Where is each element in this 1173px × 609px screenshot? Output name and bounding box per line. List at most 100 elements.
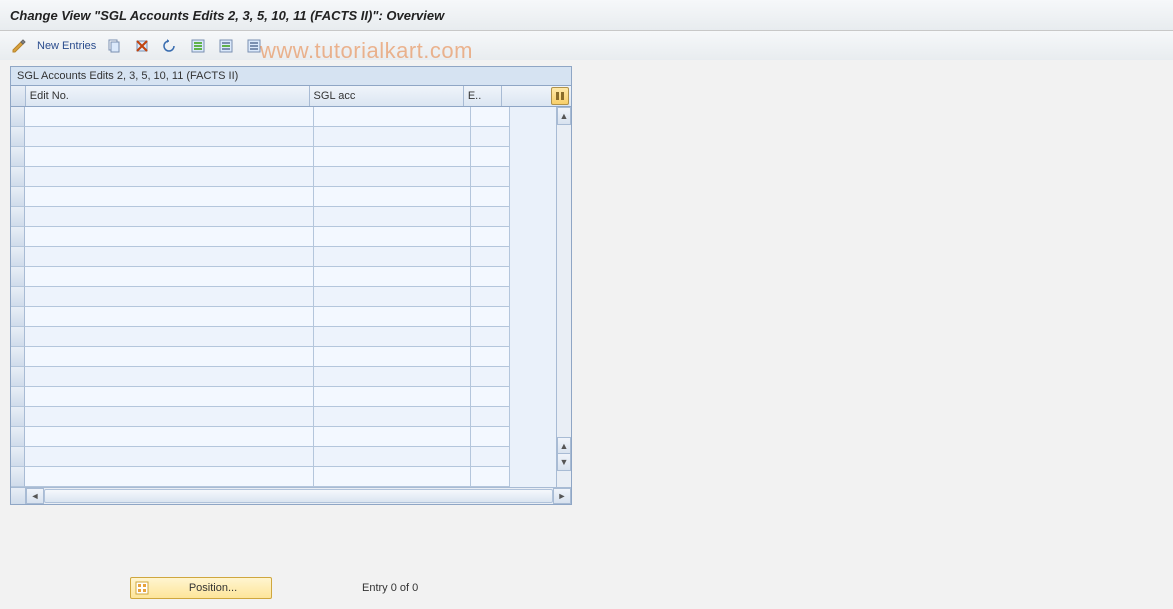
cell-c2[interactable]: [314, 287, 471, 306]
cell-c1[interactable]: [25, 207, 314, 226]
cell-c3[interactable]: [471, 147, 510, 166]
column-header-e[interactable]: E..: [464, 86, 502, 106]
row-selector[interactable]: [11, 247, 25, 267]
row-selector[interactable]: [11, 347, 25, 367]
cell-c3[interactable]: [471, 467, 510, 486]
cell-c1[interactable]: [25, 287, 314, 306]
cell-c3[interactable]: [471, 327, 510, 346]
cell-c3[interactable]: [471, 287, 510, 306]
cell-c2[interactable]: [314, 247, 471, 266]
deselect-all-button[interactable]: [241, 35, 267, 57]
row-selector[interactable]: [11, 467, 25, 487]
cell-c1[interactable]: [25, 327, 314, 346]
cell-c1[interactable]: [25, 127, 314, 146]
cell-c2[interactable]: [314, 327, 471, 346]
vertical-scrollbar[interactable]: ▲ ▲ ▼: [556, 107, 571, 487]
cell-c1[interactable]: [25, 467, 314, 486]
cell-c1[interactable]: [25, 147, 314, 166]
cell-c2[interactable]: [314, 227, 471, 246]
row-selector[interactable]: [11, 267, 25, 287]
cell-c1[interactable]: [25, 407, 314, 426]
row-selector[interactable]: [11, 207, 25, 227]
row-selector[interactable]: [11, 227, 25, 247]
cell-c2[interactable]: [314, 147, 471, 166]
cell-c2[interactable]: [314, 347, 471, 366]
cell-c1[interactable]: [25, 387, 314, 406]
cell-c3[interactable]: [471, 367, 510, 386]
cell-c2[interactable]: [314, 207, 471, 226]
cell-c3[interactable]: [471, 447, 510, 466]
row-selector[interactable]: [11, 307, 25, 327]
cell-c1[interactable]: [25, 107, 314, 126]
cell-c2[interactable]: [314, 267, 471, 286]
scroll-right-button[interactable]: ►: [553, 488, 571, 504]
table-row: [25, 187, 510, 207]
row-selector[interactable]: [11, 427, 25, 447]
cell-c1[interactable]: [25, 267, 314, 286]
select-all-button[interactable]: [185, 35, 211, 57]
cell-c2[interactable]: [314, 367, 471, 386]
row-selector[interactable]: [11, 107, 25, 127]
cell-c1[interactable]: [25, 367, 314, 386]
cell-c2[interactable]: [314, 427, 471, 446]
hscroll-thumb[interactable]: [44, 489, 553, 503]
cell-c3[interactable]: [471, 207, 510, 226]
row-selector[interactable]: [11, 187, 25, 207]
row-selector[interactable]: [11, 407, 25, 427]
delete-button[interactable]: [129, 35, 155, 57]
row-selector[interactable]: [11, 127, 25, 147]
cell-c1[interactable]: [25, 307, 314, 326]
cell-c1[interactable]: [25, 187, 314, 206]
copy-as-button[interactable]: [101, 35, 127, 57]
cell-c2[interactable]: [314, 167, 471, 186]
cell-c2[interactable]: [314, 307, 471, 326]
cell-c3[interactable]: [471, 387, 510, 406]
row-selector-header[interactable]: [11, 86, 26, 106]
column-header-sgl-acc[interactable]: SGL acc: [310, 86, 464, 106]
horizontal-scrollbar[interactable]: ◄ ►: [11, 487, 571, 504]
row-selector[interactable]: [11, 447, 25, 467]
cell-c3[interactable]: [471, 267, 510, 286]
cell-c3[interactable]: [471, 167, 510, 186]
scroll-down-button[interactable]: ▼: [557, 453, 571, 471]
cell-c3[interactable]: [471, 127, 510, 146]
cell-c2[interactable]: [314, 447, 471, 466]
cell-c3[interactable]: [471, 187, 510, 206]
hscroll-track[interactable]: ◄ ►: [26, 488, 571, 504]
undo-button[interactable]: [157, 35, 183, 57]
change-display-button[interactable]: [6, 35, 32, 57]
cell-c3[interactable]: [471, 307, 510, 326]
new-entries-button[interactable]: New Entries: [34, 35, 99, 57]
cell-c1[interactable]: [25, 227, 314, 246]
row-selector[interactable]: [11, 287, 25, 307]
cell-c2[interactable]: [314, 127, 471, 146]
row-selector[interactable]: [11, 147, 25, 167]
row-selector[interactable]: [11, 367, 25, 387]
cell-c1[interactable]: [25, 447, 314, 466]
cell-c2[interactable]: [314, 407, 471, 426]
select-block-button[interactable]: [213, 35, 239, 57]
cell-c2[interactable]: [314, 187, 471, 206]
cell-c2[interactable]: [314, 467, 471, 486]
cell-c3[interactable]: [471, 347, 510, 366]
row-selector[interactable]: [11, 327, 25, 347]
cell-c3[interactable]: [471, 227, 510, 246]
row-selector[interactable]: [11, 167, 25, 187]
table-settings-button[interactable]: [551, 87, 569, 105]
scroll-up-button[interactable]: ▲: [557, 107, 571, 125]
column-header-edit-no[interactable]: Edit No.: [26, 86, 310, 106]
cell-c2[interactable]: [314, 107, 471, 126]
copy-icon: [106, 38, 122, 54]
scroll-left-button[interactable]: ◄: [26, 488, 44, 504]
cell-c1[interactable]: [25, 427, 314, 446]
row-selector[interactable]: [11, 387, 25, 407]
cell-c1[interactable]: [25, 247, 314, 266]
cell-c3[interactable]: [471, 407, 510, 426]
cell-c3[interactable]: [471, 247, 510, 266]
cell-c2[interactable]: [314, 387, 471, 406]
cell-c1[interactable]: [25, 167, 314, 186]
position-button[interactable]: Position...: [130, 577, 272, 599]
cell-c3[interactable]: [471, 107, 510, 126]
cell-c3[interactable]: [471, 427, 510, 446]
cell-c1[interactable]: [25, 347, 314, 366]
